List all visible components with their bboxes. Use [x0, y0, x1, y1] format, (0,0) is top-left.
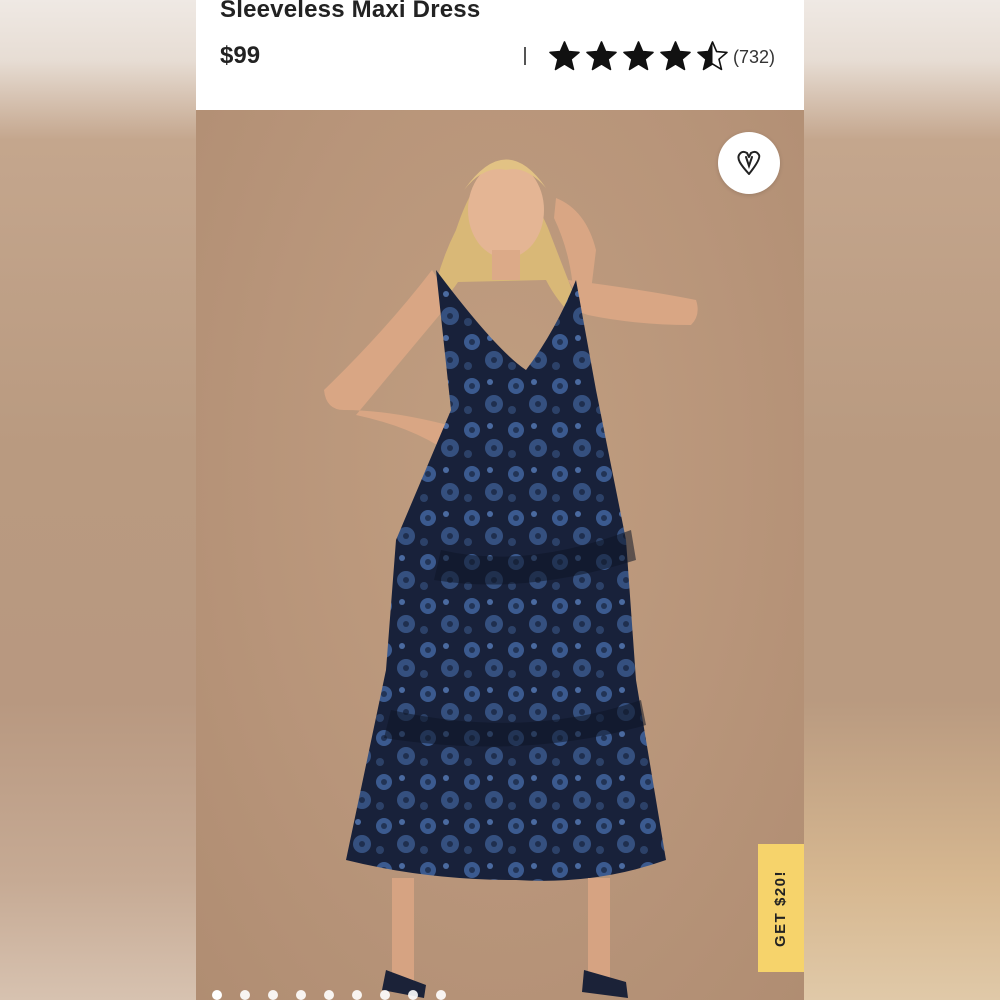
- product-image[interactable]: GET $20!: [196, 110, 804, 1000]
- carousel-dot[interactable]: [296, 990, 306, 1000]
- model-illustration: [324, 159, 698, 998]
- carousel-dots[interactable]: [212, 990, 446, 1000]
- carousel-dot[interactable]: [240, 990, 250, 1000]
- promo-label: GET $20!: [772, 869, 790, 947]
- product-title: Sleeveless Maxi Dress: [220, 0, 481, 23]
- star-icon: [623, 41, 654, 71]
- blurred-background-left: [0, 0, 196, 1000]
- promo-tab[interactable]: GET $20!: [758, 844, 804, 972]
- product-header: Sleeveless Maxi Dress $99 (732): [196, 0, 804, 110]
- header-divider: [524, 47, 526, 65]
- carousel-dot[interactable]: [352, 990, 362, 1000]
- heart-icon: [737, 150, 761, 175]
- carousel-dot[interactable]: [408, 990, 418, 1000]
- favorite-button[interactable]: [718, 132, 780, 194]
- carousel-dot[interactable]: [324, 990, 334, 1000]
- star-icon: [549, 41, 580, 71]
- carousel-dot[interactable]: [268, 990, 278, 1000]
- carousel-dot[interactable]: [380, 990, 390, 1000]
- review-count[interactable]: (732): [733, 47, 775, 68]
- carousel-dot[interactable]: [436, 990, 446, 1000]
- product-price: $99: [220, 42, 261, 69]
- star-icon: [660, 41, 691, 71]
- rating-stars[interactable]: [548, 40, 729, 73]
- star-icon: [586, 41, 617, 71]
- blurred-background-right: [804, 0, 1000, 1000]
- star-icon: [697, 41, 728, 71]
- carousel-dot[interactable]: [212, 990, 222, 1000]
- product-screen: Sleeveless Maxi Dress $99 (732) GET $20!: [196, 0, 804, 1000]
